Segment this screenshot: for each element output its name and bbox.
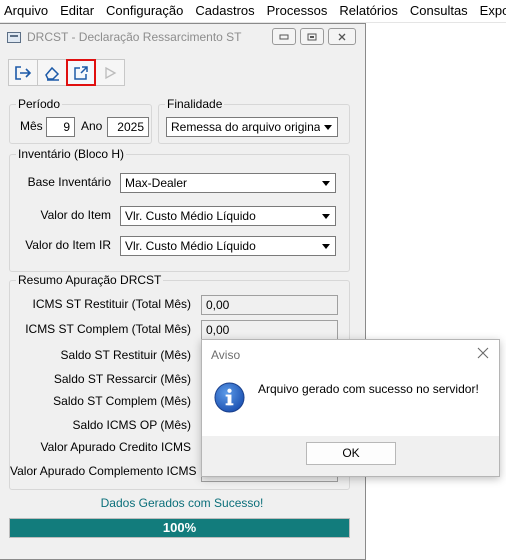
- chevron-down-icon[interactable]: [318, 175, 334, 191]
- valor-item-label: Valor do Item: [40, 208, 111, 222]
- dialog-body: Arquivo gerado com sucesso no servidor!: [202, 370, 499, 436]
- clear-button[interactable]: [37, 59, 67, 86]
- window-title: DRCST - Declaração Ressarcimento ST: [27, 30, 242, 44]
- base-inventario-select[interactable]: Max-Dealer: [120, 173, 336, 193]
- export-button[interactable]: [66, 59, 96, 86]
- periodo-group: Período Mês 9 Ano 2025: [9, 97, 152, 144]
- valor-item-ir-value: Vlr. Custo Médio Líquido: [125, 239, 256, 253]
- resumo-row-label: ICMS ST Complem (Total Mês): [25, 322, 191, 336]
- drcst-window: DRCST - Declaração Ressarcimento ST Perí…: [0, 23, 366, 560]
- minimize-button[interactable]: [272, 28, 296, 45]
- valor-item-select[interactable]: Vlr. Custo Médio Líquido: [120, 206, 336, 226]
- resumo-legend: Resumo Apuração DRCST: [16, 273, 164, 287]
- ano-input[interactable]: 2025: [107, 117, 149, 137]
- resumo-row-label: Valor Apurado Credito ICMS: [40, 440, 191, 454]
- run-button[interactable]: [95, 59, 125, 86]
- menu-relatorios[interactable]: Relatórios: [334, 0, 405, 22]
- menu-processos[interactable]: Processos: [262, 0, 335, 22]
- menu-consultas[interactable]: Consultas: [405, 0, 475, 22]
- inventario-group: Inventário (Bloco H) Base Inventário Max…: [9, 147, 350, 272]
- export-icon: [74, 65, 88, 80]
- aviso-dialog: Aviso Arquivo gerado com sucesso no serv…: [201, 339, 500, 477]
- resumo-row-label: Saldo ICMS OP (Mês): [72, 418, 191, 432]
- valor-item-value: Vlr. Custo Médio Líquido: [125, 209, 256, 223]
- window-titlebar[interactable]: DRCST - Declaração Ressarcimento ST: [0, 24, 364, 50]
- exit-icon: [15, 65, 32, 80]
- resumo-row-label: Valor Apurado Complemento ICMS: [10, 464, 197, 478]
- chevron-down-icon[interactable]: [318, 208, 334, 224]
- chevron-down-icon[interactable]: [320, 119, 336, 135]
- progress-label: 100%: [162, 520, 197, 535]
- menu-exporta[interactable]: Exporta: [475, 0, 506, 22]
- menu-bar: Arquivo Editar Configuração Cadastros Pr…: [0, 0, 506, 23]
- dialog-message: Arquivo gerado com sucesso no servidor!: [258, 382, 479, 396]
- eraser-icon: [45, 66, 60, 81]
- finalidade-value: Remessa do arquivo original: [171, 120, 324, 134]
- minimize-icon: [279, 34, 289, 39]
- resumo-row-value[interactable]: 0,00: [201, 320, 338, 340]
- dialog-title: Aviso: [211, 348, 241, 362]
- ano-label: Ano: [81, 119, 103, 133]
- menu-configuracao[interactable]: Configuração: [101, 0, 190, 22]
- app-icon: [7, 31, 21, 43]
- close-icon[interactable]: [475, 345, 491, 361]
- progress-bar: 100%: [9, 518, 350, 538]
- resumo-row-label: Saldo ST Complem (Mês): [53, 394, 191, 408]
- finalidade-legend: Finalidade: [165, 97, 225, 111]
- maximize-button[interactable]: [300, 28, 324, 45]
- play-icon: [105, 66, 117, 79]
- menu-cadastros[interactable]: Cadastros: [190, 0, 261, 22]
- info-icon: [214, 382, 245, 413]
- resumo-row-value[interactable]: 0,00: [201, 295, 338, 315]
- valor-item-ir-select[interactable]: Vlr. Custo Médio Líquido: [120, 236, 336, 256]
- close-window-button[interactable]: [328, 28, 356, 45]
- menu-arquivo[interactable]: Arquivo: [0, 0, 55, 22]
- mes-label: Mês: [20, 119, 43, 133]
- valor-item-ir-label: Valor do Item IR: [25, 238, 111, 252]
- status-message: Dados Gerados com Sucesso!: [100, 496, 264, 510]
- chevron-down-icon[interactable]: [318, 238, 334, 254]
- dialog-footer: OK: [202, 436, 499, 476]
- desktop-background: [366, 23, 506, 560]
- maximize-icon: [307, 33, 317, 40]
- finalidade-group: Finalidade Remessa do arquivo original: [158, 97, 350, 144]
- mes-input[interactable]: 9: [46, 117, 75, 137]
- exit-button[interactable]: [8, 59, 38, 86]
- resumo-row-label: ICMS ST Restituir (Total Mês): [32, 297, 191, 311]
- toolbar: [8, 59, 125, 86]
- resumo-row-label: Saldo ST Restituir (Mês): [60, 348, 191, 362]
- finalidade-select[interactable]: Remessa do arquivo original: [166, 117, 338, 137]
- ok-button[interactable]: OK: [306, 442, 396, 465]
- base-inventario-value: Max-Dealer: [125, 176, 188, 190]
- periodo-legend: Período: [16, 97, 63, 111]
- inventario-legend: Inventário (Bloco H): [16, 147, 127, 161]
- base-inventario-label: Base Inventário: [27, 175, 111, 189]
- menu-editar[interactable]: Editar: [55, 0, 101, 22]
- close-icon: [338, 33, 346, 40]
- resumo-row-label: Saldo ST Ressarcir (Mês): [53, 372, 191, 386]
